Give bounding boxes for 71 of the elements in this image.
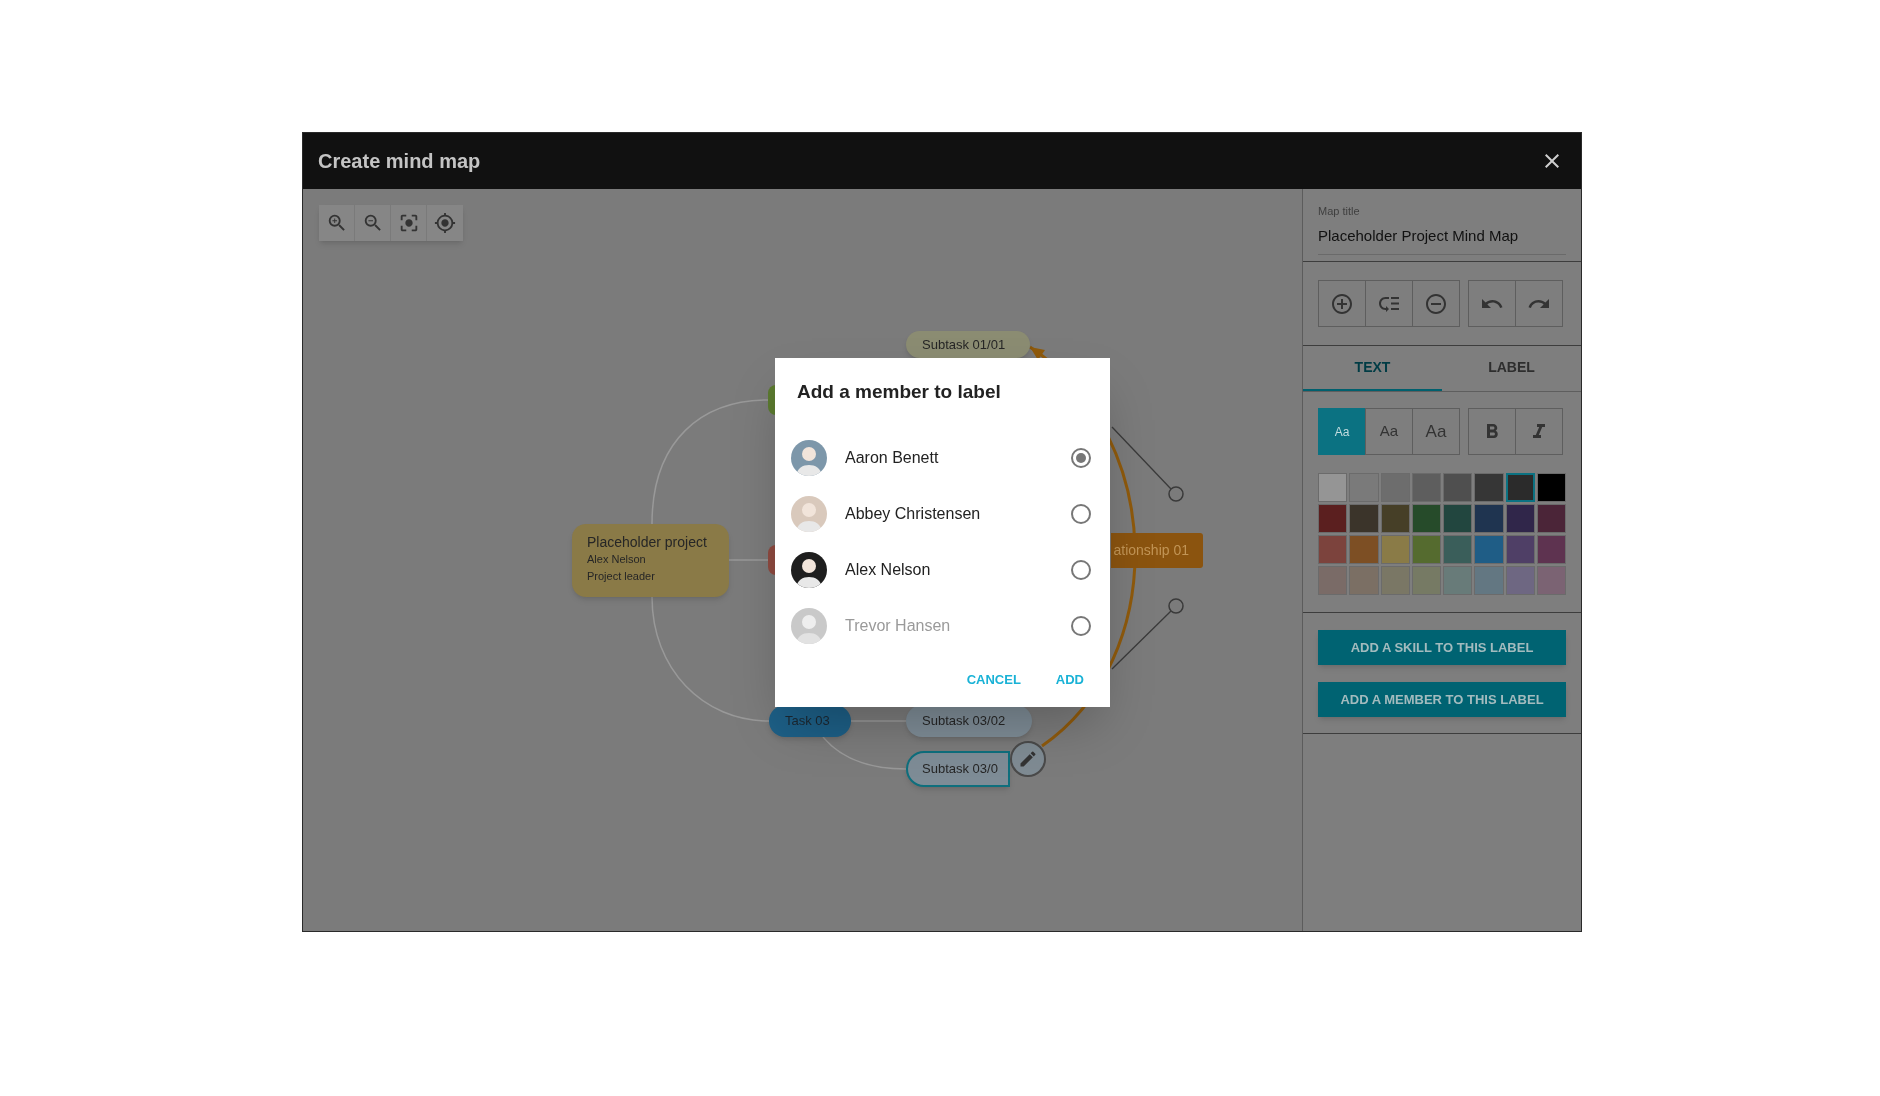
panel-tab[interactable]: LABEL bbox=[1442, 346, 1581, 391]
node-detail: Project leader bbox=[587, 569, 656, 584]
crosshair-icon bbox=[434, 212, 456, 234]
avatar-icon bbox=[791, 552, 827, 588]
font-size-button[interactable]: Aa bbox=[1318, 408, 1366, 455]
color-swatch[interactable] bbox=[1380, 566, 1410, 595]
color-swatch[interactable] bbox=[1318, 504, 1348, 533]
color-swatch[interactable] bbox=[1505, 504, 1535, 533]
avatar-icon bbox=[791, 440, 827, 476]
mind-map-node[interactable]: Task 03 bbox=[769, 705, 851, 737]
avatar-icon bbox=[791, 608, 827, 644]
bold-button[interactable] bbox=[1468, 408, 1516, 455]
member-name[interactable]: Aaron Benett bbox=[845, 446, 1071, 470]
radio-button[interactable] bbox=[1071, 560, 1091, 580]
color-swatch[interactable] bbox=[1443, 504, 1473, 533]
color-swatch[interactable] bbox=[1349, 504, 1379, 533]
color-swatch[interactable] bbox=[1536, 535, 1566, 564]
color-swatch[interactable] bbox=[1380, 535, 1410, 564]
add-button[interactable]: ADD bbox=[1047, 662, 1092, 698]
color-swatch[interactable] bbox=[1474, 504, 1504, 533]
undo-button[interactable] bbox=[1468, 280, 1516, 327]
color-swatch[interactable] bbox=[1443, 473, 1473, 502]
color-swatch[interactable] bbox=[1411, 473, 1441, 502]
redo-button[interactable] bbox=[1515, 280, 1563, 327]
color-swatch[interactable] bbox=[1536, 504, 1566, 533]
avatar-icon bbox=[791, 496, 827, 532]
panel-tab[interactable]: TEXT bbox=[1303, 346, 1442, 391]
color-swatch[interactable] bbox=[1474, 473, 1504, 502]
color-swatch[interactable] bbox=[1536, 566, 1566, 595]
map-title-field[interactable]: Placeholder Project Mind Map bbox=[1318, 226, 1566, 255]
color-swatch[interactable] bbox=[1505, 473, 1535, 502]
remove-node-button[interactable] bbox=[1412, 280, 1460, 327]
color-swatch[interactable] bbox=[1411, 504, 1441, 533]
color-swatch[interactable] bbox=[1349, 566, 1379, 595]
font-size-button[interactable]: Aa bbox=[1412, 408, 1460, 455]
color-swatch[interactable] bbox=[1443, 535, 1473, 564]
color-swatch[interactable] bbox=[1505, 535, 1535, 564]
control-handle[interactable] bbox=[1111, 426, 1184, 502]
node-detail: Alex Nelson bbox=[587, 552, 647, 567]
field-label: Map title bbox=[1318, 204, 1361, 218]
reorder-button[interactable] bbox=[1365, 280, 1413, 327]
add-member-button[interactable]: ADD A MEMBER TO THIS LABEL bbox=[1318, 682, 1566, 717]
cancel-button[interactable]: CANCEL bbox=[958, 662, 1029, 698]
color-swatch[interactable] bbox=[1411, 566, 1441, 595]
color-swatch[interactable] bbox=[1318, 535, 1348, 564]
member-name[interactable]: Abbey Christensen bbox=[845, 502, 1071, 526]
root-node[interactable]: Placeholder project Alex Nelson Project leader bbox=[572, 524, 729, 597]
control-handle[interactable] bbox=[1111, 598, 1184, 670]
relationship-label[interactable]: ationship 01 bbox=[1111, 533, 1203, 568]
mind-map-node[interactable]: Subtask 03/02 bbox=[906, 705, 1032, 737]
member-name[interactable]: Alex Nelson bbox=[845, 558, 1071, 582]
color-swatch[interactable] bbox=[1349, 535, 1379, 564]
italic-button[interactable] bbox=[1515, 408, 1563, 455]
color-swatch[interactable] bbox=[1536, 473, 1566, 502]
edit-button[interactable] bbox=[1010, 741, 1046, 777]
mind-map-node[interactable]: Subtask 01/01 bbox=[906, 331, 1030, 358]
mind-map-node[interactable]: Subtask 03/0 bbox=[906, 751, 1010, 787]
color-swatch[interactable] bbox=[1318, 473, 1348, 502]
node-title: Placeholder project bbox=[587, 533, 708, 551]
pencil-icon bbox=[1018, 749, 1038, 769]
add-skill-button[interactable]: ADD A SKILL TO THIS LABEL bbox=[1318, 630, 1566, 665]
color-swatch[interactable] bbox=[1380, 504, 1410, 533]
font-size-button[interactable]: Aa bbox=[1365, 408, 1413, 455]
color-swatch[interactable] bbox=[1474, 566, 1504, 595]
add-node-button[interactable] bbox=[1318, 280, 1366, 327]
color-swatch[interactable] bbox=[1411, 535, 1441, 564]
radio-button[interactable] bbox=[1071, 448, 1091, 468]
dialog-title: Add a member to label bbox=[796, 380, 1002, 404]
radio-button[interactable] bbox=[1071, 504, 1091, 524]
color-swatch[interactable] bbox=[1474, 535, 1504, 564]
window-title: Create mind map bbox=[318, 149, 481, 174]
